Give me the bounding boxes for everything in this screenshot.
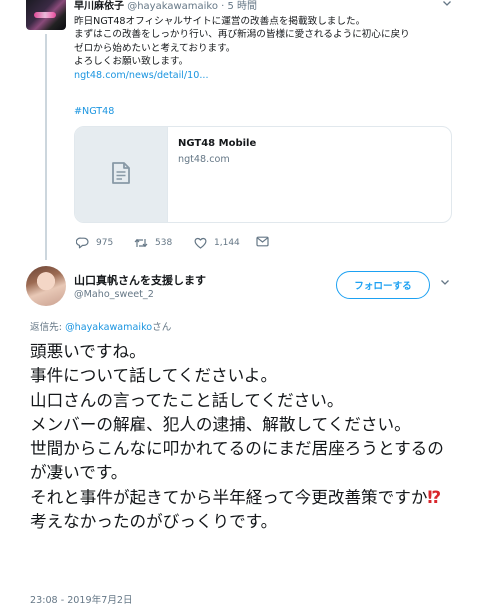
main-author-handle[interactable]: @Maho_sweet_2 <box>74 289 154 300</box>
parent-author-name[interactable]: 早川麻依子 <box>74 1 124 12</box>
parent-text-line: よろしくお願い致します。 <box>74 56 189 68</box>
main-text-line: 事件について話してくださいよ。 <box>30 366 278 386</box>
parent-author-handle[interactable]: @hayakawamaiko <box>127 1 218 12</box>
parent-tweet-header: 早川麻依子 @hayakawamaiko · 5 時間 <box>74 0 257 14</box>
reply-button[interactable]: 975 <box>76 236 113 250</box>
reply-context: 返信先: @hayakawamaikoさん <box>30 319 171 333</box>
parent-tweet-text: 昨日NGT48オフィシャルサイトに運営の改善点を掲載致しました。 まずはこの改善… <box>74 15 454 82</box>
link-preview-card[interactable]: NGT48 Mobile ngt48.com <box>74 126 452 223</box>
reply-to-handle[interactable]: @hayakawamaiko <box>65 322 152 333</box>
main-text-line: 考えなかったのがびっくりです。 <box>30 512 278 532</box>
chevron-down-icon[interactable] <box>442 0 452 11</box>
like-count: 1,144 <box>214 238 240 248</box>
reply-suffix: さん <box>152 322 172 333</box>
exclamation-question-icon: ⁉ <box>427 487 442 507</box>
card-title: NGT48 Mobile <box>178 138 257 149</box>
follow-button[interactable]: フォローする <box>336 271 430 299</box>
main-tweet-timestamp[interactable]: 23:08 - 2019年7月2日 <box>30 592 133 606</box>
main-text-line: メンバーの解雇、犯人の逮捕、解散してください。 <box>30 414 411 434</box>
reply-prefix: 返信先: <box>30 322 66 333</box>
reply-count: 975 <box>96 238 114 248</box>
parent-tweet-time[interactable]: 5 時間 <box>228 1 258 12</box>
main-text-segment: それと事件が起きてから半年経って今更改善策ですか <box>30 487 428 507</box>
main-text-line: 山口さんの言ってたこと話してください。 <box>30 390 344 410</box>
parent-text-line: ゼロから始めたいと考えております。 <box>74 42 236 54</box>
chevron-down-icon[interactable] <box>440 277 450 290</box>
document-icon <box>108 160 134 190</box>
heart-icon <box>194 237 207 249</box>
main-text-line: 頭悪いですね。 <box>30 342 146 361</box>
parent-avatar[interactable] <box>26 0 66 30</box>
direct-message-button[interactable] <box>256 236 269 247</box>
parent-tweet-link[interactable]: ngt48.com/news/detail/10... <box>74 69 454 82</box>
retweet-button[interactable]: 538 <box>134 236 172 250</box>
retweet-icon <box>134 237 148 249</box>
hashtag-link[interactable]: #NGT48 <box>74 106 114 117</box>
main-text-line: それと事件が起きてから半年経って今更改善策ですか⁉ <box>30 486 450 510</box>
main-tweet-text: 頭悪いですね。 事件について話してくださいよ。 山口さんの言ってたこと話してくだ… <box>30 340 450 534</box>
parent-text-line: まずはこの改善をしっかり行い、再び新潟の皆様に愛されるように初心に戻り <box>74 29 410 41</box>
card-thumbnail <box>75 127 168 222</box>
main-text-line: 世間からこんなに叩かれてるのにまだ居座ろうとするのが凄いです。 <box>30 439 444 483</box>
retweet-count: 538 <box>155 238 173 248</box>
reply-icon <box>76 237 89 249</box>
like-button[interactable]: 1,144 <box>194 236 240 250</box>
main-author-name[interactable]: 山口真帆さんを支援します <box>74 272 206 288</box>
thread-line <box>45 34 47 260</box>
parent-text-line: 昨日NGT48オフィシャルサイトに運営の改善点を掲載致しました。 <box>74 16 366 27</box>
separator-dot: · <box>221 1 225 12</box>
envelope-icon <box>256 236 269 247</box>
card-domain: ngt48.com <box>178 154 230 165</box>
main-avatar[interactable] <box>26 266 66 306</box>
avatar-glow <box>34 12 56 18</box>
